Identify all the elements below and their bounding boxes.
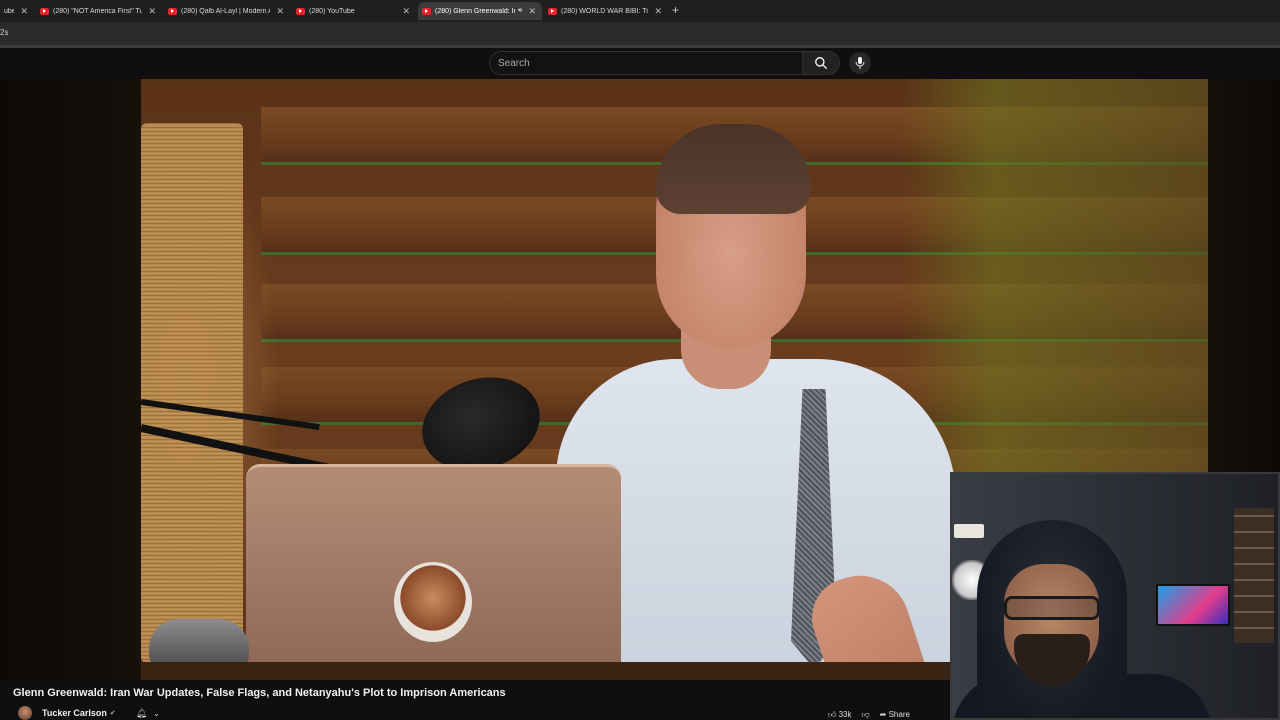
browser-tab-strip: ube ✕ (280) "NOT America First" Tucker ✕… — [0, 0, 1280, 22]
tab-not-america-first[interactable]: (280) "NOT America First" Tucker ✕ — [36, 2, 162, 20]
channel-name[interactable]: Tucker Carlson — [42, 708, 107, 718]
youtube-masthead — [0, 48, 1280, 79]
dislike-button[interactable]: 👎︎ — [862, 710, 870, 720]
laptop — [246, 464, 621, 680]
tab-close-icon[interactable]: ✕ — [276, 6, 284, 17]
search-button[interactable] — [802, 51, 840, 75]
tab-close-icon[interactable]: ✕ — [402, 6, 410, 17]
tab-title: (280) YouTube — [309, 7, 355, 15]
video-actions: 👍︎ 33k 👎︎ ➦ Share — [828, 710, 910, 720]
tab-title: (280) "NOT America First" Tucker — [53, 7, 143, 15]
share-label: Share — [888, 710, 910, 719]
audio-playing-icon[interactable]: 🔊︎ — [518, 7, 522, 15]
tab-glenn-greenwald[interactable]: (280) Glenn Greenwald: Irar 🔊︎ ✕ — [418, 2, 542, 20]
address-bar-row: 2s — [0, 22, 1280, 45]
search-icon — [815, 57, 827, 69]
tab-qalb-al-layl[interactable]: (280) Qalb Al-Layl | Modern Arr ✕ — [164, 2, 290, 20]
new-tab-button[interactable]: + — [672, 3, 679, 17]
tab-close-icon[interactable]: ✕ — [148, 6, 156, 17]
youtube-favicon-icon — [168, 7, 177, 15]
video-title: Glenn Greenwald: Iran War Updates, False… — [13, 687, 506, 699]
youtube-favicon-icon — [422, 7, 431, 15]
notification-bell-icon[interactable]: 🔔︎ — [136, 708, 147, 719]
tab-world-war-bibi[interactable]: (280) WORLD WAR BIBI: Trump ✕ — [544, 2, 668, 20]
laptop-sticker — [394, 562, 472, 642]
like-count: 33k — [838, 710, 852, 719]
share-icon: ➦ — [879, 710, 887, 719]
webcam-bookshelf — [1234, 508, 1274, 643]
tab-close-icon[interactable]: ✕ — [20, 6, 28, 17]
webcam-range-hood — [954, 524, 984, 538]
search-box — [489, 51, 802, 75]
voice-search-button[interactable] — [849, 52, 871, 74]
tab-title: (280) Glenn Greenwald: Irar — [435, 7, 516, 15]
webcam-tv — [1156, 584, 1230, 626]
thumbs-up-icon: 👍︎ — [828, 710, 837, 719]
youtube-favicon-icon — [548, 7, 557, 15]
share-button[interactable]: ➦ Share — [880, 710, 910, 720]
webcam-person-glasses — [1004, 596, 1100, 620]
tab-close-icon[interactable]: ✕ — [528, 6, 536, 17]
tab-title: (280) WORLD WAR BIBI: Trump — [561, 7, 649, 15]
like-button[interactable]: 👍︎ 33k — [828, 710, 852, 720]
search-input[interactable] — [490, 52, 802, 74]
tab-close-icon[interactable]: ✕ — [654, 6, 662, 17]
chevron-down-icon[interactable]: ⌄ — [153, 709, 160, 718]
tab-youtube-partial[interactable]: ube ✕ — [0, 2, 34, 20]
youtube-favicon-icon — [40, 7, 49, 15]
tab-youtube-home[interactable]: (280) YouTube ✕ — [292, 2, 416, 20]
microphone-icon — [855, 57, 865, 69]
verified-badge-icon: ✔ — [109, 710, 116, 717]
tab-title: (280) Qalb Al-Layl | Modern Arr — [181, 7, 271, 15]
wicker-lamp — [141, 123, 243, 663]
webcam-overlay — [950, 472, 1280, 720]
channel-row: Tucker Carlson ✔ 🔔︎ ⌄ — [18, 706, 160, 720]
tab-title: ube — [4, 7, 15, 15]
youtube-favicon-icon — [296, 7, 305, 15]
hair — [656, 124, 811, 214]
channel-avatar[interactable] — [18, 706, 32, 720]
address-fragment[interactable]: 2s — [0, 28, 8, 37]
player-letterbox-left — [0, 79, 141, 680]
